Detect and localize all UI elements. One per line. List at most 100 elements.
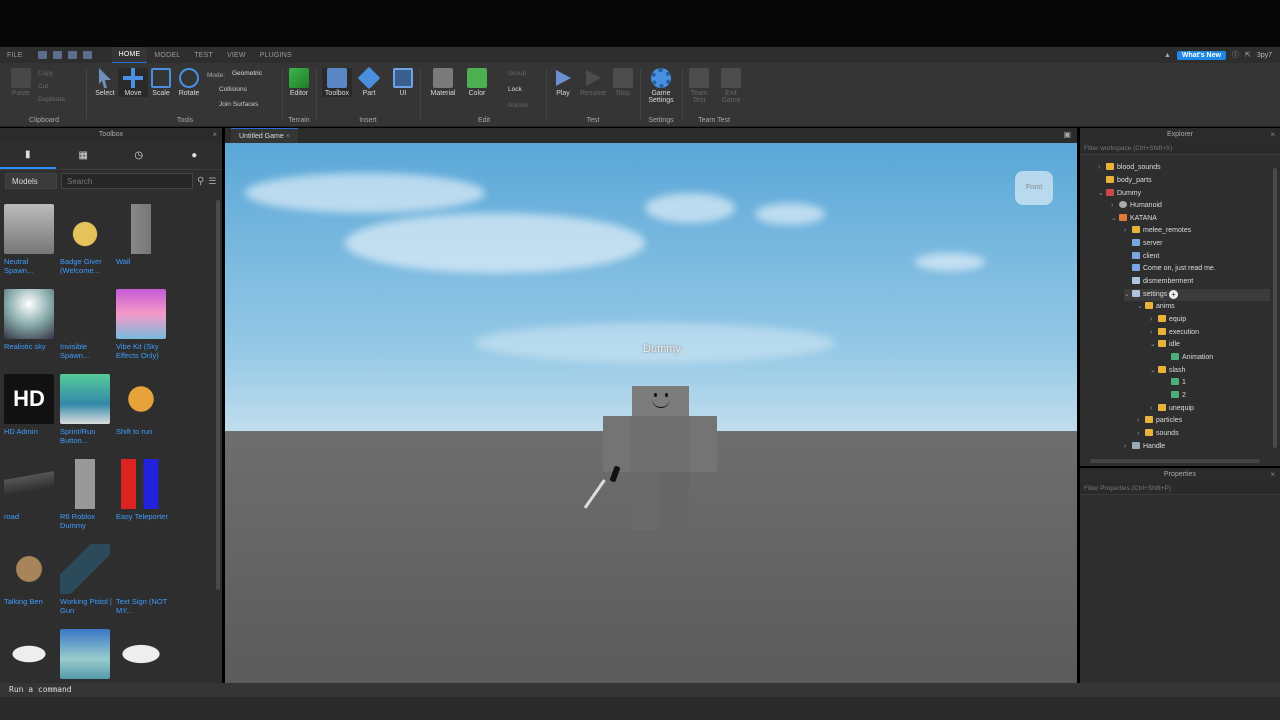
tree-row[interactable]: 1 bbox=[1163, 377, 1186, 389]
tab-inventory[interactable]: ▮ bbox=[0, 142, 56, 169]
tree-row[interactable]: body_parts bbox=[1098, 175, 1152, 187]
chevron-right-icon[interactable]: › bbox=[1150, 314, 1158, 326]
chevron-right-icon[interactable]: › bbox=[1124, 225, 1132, 237]
play-button[interactable]: Play bbox=[548, 68, 578, 97]
join-surfaces-toggle[interactable]: Join Surfaces bbox=[219, 101, 258, 108]
ui-button[interactable]: UI bbox=[388, 68, 418, 97]
tab-test[interactable]: TEST bbox=[187, 52, 220, 59]
group-button[interactable]: Group bbox=[508, 70, 526, 77]
tree-row[interactable]: dismemberment bbox=[1124, 276, 1193, 288]
tree-row[interactable]: server bbox=[1124, 238, 1162, 250]
tree-row[interactable]: › unequip bbox=[1150, 403, 1194, 415]
search-icon[interactable]: ⚲ bbox=[197, 176, 204, 187]
chevron-down-icon[interactable]: ⌄ bbox=[1150, 339, 1158, 351]
tab-view[interactable]: VIEW bbox=[220, 52, 253, 59]
chevron-right-icon[interactable]: › bbox=[1124, 441, 1132, 453]
save-icon[interactable] bbox=[37, 51, 47, 59]
game-settings-button[interactable]: Game Settings bbox=[646, 68, 676, 104]
tree-row[interactable]: ⌄ Dummy bbox=[1098, 188, 1141, 200]
toolbox-item[interactable]: Invisible Spawn... bbox=[60, 289, 112, 360]
fullscreen-icon[interactable]: ▣ bbox=[1063, 130, 1071, 139]
properties-filter-input[interactable]: Filter Properties (Ctrl+Shift+P) bbox=[1080, 482, 1280, 495]
chevron-right-icon[interactable]: › bbox=[1098, 162, 1106, 174]
chevron-right-icon[interactable]: › bbox=[1111, 200, 1119, 212]
tree-row[interactable]: › Handle bbox=[1124, 441, 1165, 453]
toolbox-item[interactable]: Vibe Kit (Sky Effects Only) bbox=[116, 289, 168, 360]
chevron-right-icon[interactable]: › bbox=[1150, 403, 1158, 415]
3d-viewport[interactable]: Front Dummy bbox=[225, 143, 1077, 683]
view-cube[interactable]: Front bbox=[1015, 171, 1053, 205]
exit-game-button[interactable]: Exit Game bbox=[716, 68, 746, 104]
chevron-down-icon[interactable]: ⌄ bbox=[1111, 213, 1119, 225]
tree-row[interactable]: ⌄ anims bbox=[1137, 301, 1175, 313]
dummy-character[interactable] bbox=[583, 386, 718, 531]
toolbox-item[interactable]: Badge Giver (Welcome... bbox=[60, 204, 112, 275]
toolbox-item[interactable]: Sprint/Run Button... bbox=[60, 374, 112, 445]
toolbox-item[interactable]: road bbox=[4, 459, 56, 521]
close-icon[interactable]: × bbox=[1270, 128, 1275, 142]
chevron-right-icon[interactable]: › bbox=[1150, 327, 1158, 339]
tree-row[interactable]: ⌄ slash bbox=[1150, 365, 1185, 377]
explorer-filter-input[interactable]: Filter workspace (Ctrl+Shift+X) bbox=[1080, 142, 1280, 155]
file-menu[interactable]: FILE bbox=[0, 52, 30, 59]
tab-recent[interactable]: ◷ bbox=[111, 142, 167, 169]
rotate-button[interactable]: Rotate bbox=[174, 68, 204, 97]
explorer-h-scrollbar[interactable] bbox=[1090, 459, 1260, 463]
whats-new-button[interactable]: What's New bbox=[1176, 50, 1226, 60]
material-button[interactable]: Material bbox=[428, 68, 458, 97]
tree-row[interactable]: ⌄ KATANA bbox=[1111, 213, 1157, 225]
mode-dropdown[interactable]: Geometric bbox=[232, 70, 262, 77]
tree-row[interactable]: › blood_sounds bbox=[1098, 162, 1161, 174]
toolbox-search-input[interactable]: Search bbox=[61, 173, 193, 189]
tab-model[interactable]: MODEL bbox=[147, 52, 187, 59]
tree-row[interactable]: Come on, just read me. bbox=[1124, 263, 1216, 275]
toolbox-scrollbar[interactable] bbox=[216, 200, 220, 590]
team-test-button[interactable]: Team Test bbox=[684, 68, 714, 104]
tree-row[interactable]: › Humanoid bbox=[1111, 200, 1162, 212]
anchor-button[interactable]: Anchor bbox=[508, 102, 529, 109]
chevron-right-icon[interactable]: › bbox=[1137, 415, 1145, 427]
tab-home[interactable]: HOME bbox=[111, 47, 148, 63]
share-icon[interactable]: ⇱ bbox=[1245, 51, 1251, 59]
toolbox-item[interactable]: Working Pistol | Gun bbox=[60, 544, 112, 615]
terrain-editor-button[interactable]: Editor bbox=[284, 68, 314, 97]
undo-icon[interactable] bbox=[67, 51, 77, 59]
tree-row[interactable]: ⌄ idle bbox=[1150, 339, 1180, 351]
toolbox-item[interactable]: Easy Teleporter bbox=[116, 459, 168, 521]
tree-row[interactable]: Animation bbox=[1163, 352, 1213, 364]
cut-button[interactable]: Cut bbox=[38, 83, 48, 90]
chevron-down-icon[interactable]: ⌄ bbox=[1150, 365, 1158, 377]
move-button[interactable]: Move bbox=[118, 68, 148, 97]
tree-row[interactable]: › sounds bbox=[1137, 428, 1179, 440]
tab-plugins[interactable]: PLUGINS bbox=[253, 52, 299, 59]
tab-creations[interactable]: ● bbox=[167, 142, 223, 169]
tree-row[interactable]: › execution bbox=[1150, 327, 1199, 339]
username[interactable]: 3py7 bbox=[1257, 52, 1272, 59]
toolbox-item[interactable] bbox=[60, 629, 112, 682]
stop-button[interactable]: Stop bbox=[608, 68, 638, 97]
toolbox-item[interactable] bbox=[116, 629, 168, 682]
tab-marketplace[interactable]: ▦ bbox=[56, 142, 112, 169]
collapse-ribbon-icon[interactable]: ▲ bbox=[1164, 52, 1171, 59]
chevron-right-icon[interactable]: › bbox=[1137, 428, 1145, 440]
chevron-down-icon[interactable]: ⌄ bbox=[1137, 301, 1145, 313]
toolbox-item[interactable]: Talking Ben bbox=[4, 544, 56, 606]
filter-icon[interactable]: ☰ bbox=[208, 176, 216, 187]
add-object-icon[interactable]: + bbox=[1169, 290, 1179, 299]
part-button[interactable]: Part bbox=[354, 66, 384, 97]
publish-icon[interactable] bbox=[52, 51, 62, 59]
collisions-toggle[interactable]: Collisions bbox=[219, 86, 247, 93]
toolbox-item[interactable]: Text Sign (NOT MY... bbox=[116, 544, 168, 615]
tree-row[interactable]: › melee_remotes bbox=[1124, 225, 1191, 237]
select-button[interactable]: Select bbox=[90, 68, 120, 97]
explorer-scrollbar[interactable] bbox=[1273, 168, 1277, 448]
lock-button[interactable]: Lock bbox=[508, 86, 522, 93]
copy-button[interactable]: Copy bbox=[38, 70, 53, 77]
paste-button[interactable]: Paste bbox=[6, 68, 36, 97]
close-icon[interactable]: × bbox=[1270, 468, 1275, 482]
chevron-down-icon[interactable]: ⌄ bbox=[1098, 188, 1106, 200]
chevron-down-icon[interactable]: ⌄ bbox=[1124, 289, 1132, 301]
tree-row[interactable]: 2 bbox=[1163, 390, 1186, 402]
resume-button[interactable]: Resume bbox=[578, 68, 608, 97]
toolbox-item[interactable]: HD HD Admin bbox=[4, 374, 56, 436]
